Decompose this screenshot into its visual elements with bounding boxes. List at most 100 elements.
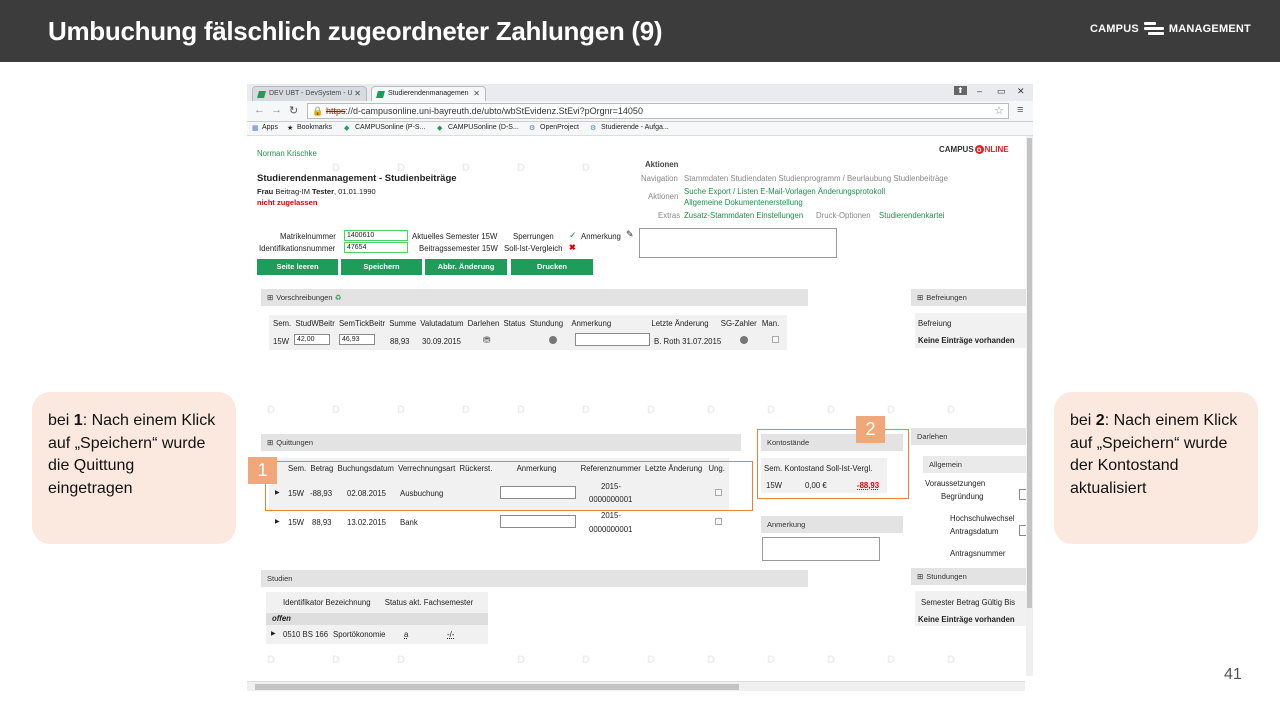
darlehen-header[interactable]: Darlehen bbox=[911, 428, 1026, 445]
man-checkbox[interactable] bbox=[772, 336, 779, 343]
browser-tab-1[interactable]: DEV UBT - DevSystem - U ✕ bbox=[252, 86, 367, 101]
matrikel-input[interactable]: 1400610 bbox=[344, 230, 408, 241]
highlight-kontostand bbox=[757, 429, 909, 499]
close-tab-icon[interactable]: ✕ bbox=[473, 89, 480, 98]
bookmark-apps[interactable]: Apps bbox=[262, 124, 278, 131]
note-left-number: 1 bbox=[73, 412, 83, 429]
bookmark-bookmarks[interactable]: Bookmarks bbox=[297, 124, 332, 131]
page-heading: Studierendenmanagement - Studienbeiträge bbox=[257, 173, 457, 184]
ident-label: Identifikationsnummer bbox=[259, 244, 336, 253]
konto-anmerkung-textarea[interactable] bbox=[762, 537, 880, 561]
col-header: Summe bbox=[389, 319, 417, 328]
minimize-icon[interactable]: – bbox=[977, 86, 982, 96]
navigation-label: Navigation bbox=[641, 174, 678, 183]
semtickbeitr-input[interactable]: 46,93 bbox=[339, 334, 375, 345]
begruendung-label: Begründung bbox=[941, 492, 984, 501]
col-header: Anmerkung bbox=[571, 319, 612, 328]
seite-leeren-button[interactable]: Seite leeren bbox=[257, 259, 338, 275]
drucken-button[interactable]: Drucken bbox=[511, 259, 593, 275]
scrollbar-thumb[interactable] bbox=[255, 684, 739, 690]
reload-icon[interactable]: ↻ bbox=[289, 104, 298, 117]
speichern-button[interactable]: Speichern bbox=[341, 259, 422, 275]
bookmark-campusonline-ps[interactable]: CAMPUSonline (P-S... bbox=[355, 124, 425, 131]
cell-bezeichnung: Sportökonomie bbox=[333, 630, 386, 639]
cell-sem: 15W bbox=[273, 337, 290, 346]
browser-tab-2[interactable]: Studierendenmanagemen ✕ bbox=[371, 86, 486, 101]
close-tab-icon[interactable]: ✕ bbox=[354, 89, 361, 98]
url-input[interactable]: 🔒 https://d-campusonline.uni-bayreuth.de/… bbox=[307, 103, 1009, 119]
studien-header[interactable]: Studien bbox=[261, 570, 808, 587]
stundungen-header[interactable]: ⊞ Stundungen bbox=[911, 568, 1026, 585]
campusonline-logo: CAMPUS o NLINE bbox=[939, 145, 1009, 154]
user-name-link[interactable]: Norman Krischke bbox=[257, 149, 317, 158]
col-header: Darlehen bbox=[467, 319, 500, 328]
forward-icon[interactable]: → bbox=[271, 104, 282, 116]
expand-icon: ⊞ bbox=[917, 572, 924, 581]
cell-buchungsdatum: 13.02.2015 bbox=[347, 518, 387, 527]
bookmark-campusonline-ds[interactable]: CAMPUSonline (D-S... bbox=[448, 124, 519, 131]
befreiungen-header[interactable]: ⊞ Befreiungen bbox=[911, 289, 1026, 306]
col-header: Status bbox=[384, 598, 407, 607]
expand-row-icon[interactable]: ▶ bbox=[275, 518, 280, 525]
person-firstname: Beitrag-IM bbox=[275, 187, 310, 196]
abbr-aenderung-button[interactable]: Abbr. Änderung bbox=[425, 259, 507, 275]
insecure-lock-icon: 🔒 bbox=[312, 106, 324, 116]
cross-icon: ✖ bbox=[569, 243, 576, 252]
expand-icon: ⊞ bbox=[917, 293, 924, 302]
studwbeitr-input[interactable]: 42,00 bbox=[294, 334, 330, 345]
cell-identifikator: 0510 BS 166 bbox=[283, 630, 329, 639]
vorschreibungen-columns: Sem. StudWBeitr SemTickBeitr Summe Valut… bbox=[273, 319, 779, 328]
menu-icon[interactable]: ≡ bbox=[1017, 104, 1023, 116]
bookmark-openproject[interactable]: OpenProject bbox=[540, 124, 579, 131]
dokumentenerstellung-link[interactable]: Allgemeine Dokumentenerstellung bbox=[684, 198, 803, 207]
close-window-icon[interactable]: ✕ bbox=[1017, 86, 1025, 97]
badge-2: 2 bbox=[856, 416, 885, 443]
cell-fachsemester: -/- bbox=[447, 630, 455, 639]
vertical-scrollbar[interactable] bbox=[1026, 136, 1033, 676]
darlehen-icon[interactable]: ⛃ bbox=[483, 335, 491, 346]
navigation-links[interactable]: Stammdaten Studiendaten Studienprogramm … bbox=[684, 174, 948, 183]
page-number: 41 bbox=[1224, 666, 1242, 683]
check-icon: ✓ bbox=[569, 230, 577, 240]
hochschulwechsel-label: Hochschulwechsel bbox=[950, 514, 1015, 523]
expand-row-icon[interactable]: ▶ bbox=[271, 630, 276, 637]
aktionen-label: Aktionen bbox=[648, 192, 679, 201]
quittung-anmerkung-input[interactable] bbox=[500, 515, 576, 528]
vorschreibung-anmerkung-input[interactable] bbox=[575, 333, 650, 346]
studien-title: Studien bbox=[267, 574, 293, 583]
maximize-icon[interactable]: ▭ bbox=[997, 86, 1006, 97]
ung-checkbox[interactable] bbox=[715, 518, 722, 525]
brand-campus: CAMPUS bbox=[939, 145, 974, 154]
edit-pencil-icon[interactable]: ✎ bbox=[626, 229, 634, 240]
cell-letzte-aenderung: B. Roth 31.07.2015 bbox=[654, 337, 722, 346]
studierendenkartei-link[interactable]: Studierendenkartei bbox=[879, 211, 944, 220]
col-header: Bezeichnung bbox=[325, 598, 371, 607]
bookmarks-bar: ▦ Apps ★ Bookmarks ◆ CAMPUSonline (P-S..… bbox=[247, 122, 1033, 136]
anmerkung-textarea[interactable] bbox=[639, 228, 837, 258]
brand-o-icon: o bbox=[974, 145, 984, 154]
back-icon[interactable]: ← bbox=[254, 104, 265, 116]
cell-referenz-2: 0000000001 bbox=[589, 525, 633, 534]
aktionen-title: Aktionen bbox=[645, 160, 679, 169]
studien-columns: Identifikator Bezeichnung Status akt. Fa… bbox=[283, 598, 473, 607]
horizontal-scrollbar[interactable] bbox=[247, 681, 1025, 691]
contribution-semester: Beitragssemester 15W bbox=[419, 244, 498, 253]
extras-label: Extras bbox=[658, 211, 681, 220]
profile-icon[interactable]: ⬆ bbox=[954, 86, 967, 95]
url-scheme: https bbox=[326, 106, 346, 116]
scrollbar-thumb[interactable] bbox=[1027, 138, 1032, 608]
bookmark-studierende[interactable]: Studierende - Aufga... bbox=[601, 124, 669, 131]
openproject-icon: ⚙ bbox=[529, 125, 536, 132]
aktionen-links[interactable]: Suche Export / Listen E-Mail-Vorlagen Än… bbox=[684, 187, 885, 196]
bookmark-star-icon[interactable]: ☆ bbox=[994, 104, 1004, 117]
cell-summe: 88,93 bbox=[390, 337, 410, 346]
col-header: Status bbox=[503, 319, 526, 328]
extras-links[interactable]: Zusatz-Stammdaten Einstellungen bbox=[684, 211, 803, 220]
quittungen-header[interactable]: ⊞ Quittungen bbox=[261, 434, 741, 451]
slide-title: Umbuchung fälschlich zugeordneter Zahlun… bbox=[48, 16, 663, 46]
cell-verrechnungsart: Bank bbox=[400, 518, 418, 527]
vorschreibungen-header[interactable]: ⊞ Vorschreibungen ♻ bbox=[261, 289, 808, 306]
matrikel-label: Matrikelnummer bbox=[280, 232, 336, 241]
col-header: Letzte Änderung bbox=[651, 319, 709, 328]
ident-input[interactable]: 47654 bbox=[344, 242, 408, 253]
